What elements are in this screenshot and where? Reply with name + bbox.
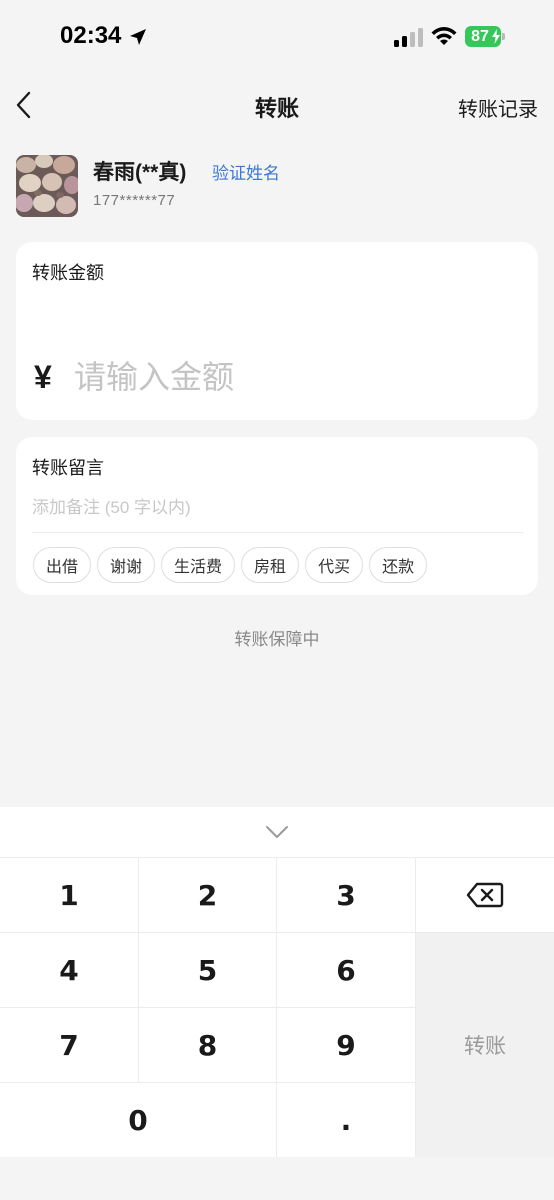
signal-icon bbox=[394, 28, 423, 47]
status-bar: 02:34 87 bbox=[0, 0, 554, 76]
key-5[interactable]: 5 bbox=[139, 933, 276, 1007]
transfer-history-link[interactable]: 转账记录 bbox=[458, 93, 538, 122]
battery-indicator: 87 bbox=[465, 26, 505, 47]
amount-label: 转账金额 bbox=[32, 263, 104, 283]
memo-chip[interactable]: 代买 bbox=[305, 547, 364, 583]
key-7[interactable]: 7 bbox=[0, 1008, 138, 1082]
chevron-down-icon bbox=[266, 826, 288, 838]
location-arrow-icon bbox=[130, 29, 146, 45]
transfer-guarantee-text: 转账保障中 bbox=[234, 630, 320, 649]
recipient-name: 春雨(**真) bbox=[93, 161, 187, 184]
numeric-keypad: 1 2 3 4 5 6 7 8 9 0 . 转账 bbox=[0, 807, 554, 1157]
currency-symbol: ¥ bbox=[34, 359, 52, 395]
memo-input[interactable] bbox=[32, 493, 522, 523]
memo-chips: 出借 谢谢 生活费 房租 代买 还款 bbox=[33, 547, 428, 583]
memo-chip[interactable]: 房租 bbox=[241, 547, 300, 583]
recipient-phone: 177******77 bbox=[93, 192, 176, 209]
avatar bbox=[16, 155, 78, 217]
key-decimal[interactable]: . bbox=[277, 1083, 415, 1157]
delete-key[interactable] bbox=[416, 858, 554, 932]
status-time: 02:34 bbox=[60, 22, 122, 49]
charging-bolt-icon bbox=[492, 29, 500, 44]
memo-label: 转账留言 bbox=[32, 458, 104, 478]
memo-chip[interactable]: 谢谢 bbox=[97, 547, 156, 583]
avatar-image bbox=[16, 155, 78, 217]
key-3[interactable]: 3 bbox=[277, 858, 415, 932]
battery-tip bbox=[502, 33, 505, 40]
wifi-icon bbox=[431, 27, 457, 45]
key-4[interactable]: 4 bbox=[0, 933, 138, 1007]
transfer-submit-button[interactable]: 转账 bbox=[416, 933, 554, 1157]
key-6[interactable]: 6 bbox=[277, 933, 415, 1007]
collapse-keypad-button[interactable] bbox=[0, 807, 554, 857]
amount-card: 转账金额 ¥ bbox=[16, 242, 538, 420]
memo-divider bbox=[32, 532, 524, 533]
battery-level: 87 bbox=[471, 28, 489, 45]
home-indicator-area bbox=[0, 1157, 554, 1200]
key-1[interactable]: 1 bbox=[0, 858, 138, 932]
memo-chip[interactable]: 出借 bbox=[33, 547, 92, 583]
backspace-icon bbox=[466, 882, 504, 908]
verify-name-link[interactable]: 验证姓名 bbox=[212, 159, 280, 184]
key-2[interactable]: 2 bbox=[139, 858, 276, 932]
memo-chip[interactable]: 生活费 bbox=[161, 547, 236, 583]
key-9[interactable]: 9 bbox=[277, 1008, 415, 1082]
memo-card: 转账留言 出借 谢谢 生活费 房租 代买 还款 bbox=[16, 437, 538, 595]
amount-input[interactable] bbox=[74, 355, 514, 399]
key-0[interactable]: 0 bbox=[0, 1083, 276, 1157]
memo-chip[interactable]: 还款 bbox=[369, 547, 428, 583]
key-8[interactable]: 8 bbox=[139, 1008, 276, 1082]
